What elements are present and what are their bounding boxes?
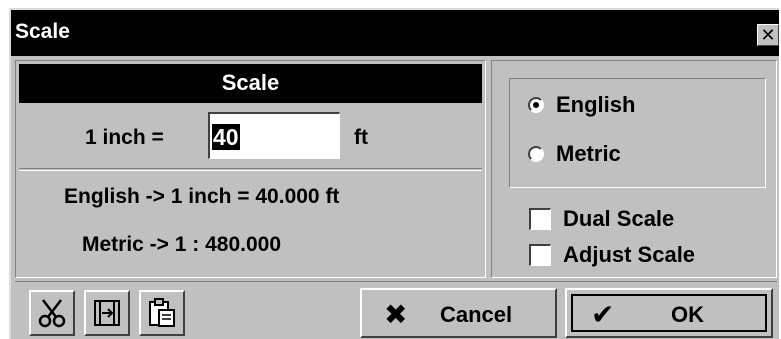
- dual-scale-option[interactable]: Dual Scale: [529, 205, 674, 233]
- adjust-scale-checkbox[interactable]: [529, 244, 551, 266]
- scale-dialog: Scale ✕ Scale 1 inch = 40 ft English -> …: [9, 8, 779, 339]
- unit-label: ft: [354, 126, 368, 149]
- options-panel: English Metric Dual Scale Adjust Scale: [491, 60, 777, 278]
- cut-button[interactable]: [29, 290, 75, 336]
- checkmark-icon: ✔: [591, 299, 615, 330]
- close-icon: ✕: [760, 25, 776, 45]
- dual-scale-label: Dual Scale: [563, 206, 675, 231]
- english-scale-info: English -> 1 inch = 40.000 ft: [64, 185, 340, 208]
- title-bar: Scale ✕: [11, 10, 779, 56]
- adjust-scale-label: Adjust Scale: [563, 242, 696, 267]
- metric-scale-info: Metric -> 1 : 480.000: [82, 233, 282, 256]
- inch-label: 1 inch =: [85, 126, 164, 149]
- scale-value-input[interactable]: 40: [208, 112, 340, 159]
- fit-button[interactable]: [84, 290, 130, 336]
- adjust-scale-option[interactable]: Adjust Scale: [529, 241, 695, 269]
- cancel-label: Cancel: [440, 302, 513, 327]
- close-button[interactable]: ✕: [757, 24, 779, 46]
- scale-panel: Scale 1 inch = 40 ft English -> 1 inch =…: [15, 60, 486, 278]
- scissors-icon: [38, 299, 66, 328]
- window-title: Scale: [15, 20, 70, 43]
- fit-width-icon: [94, 300, 120, 326]
- scale-input-row: 1 inch = 40 ft: [19, 105, 482, 169]
- paste-button[interactable]: [139, 290, 185, 336]
- scale-section-header: Scale: [19, 64, 482, 103]
- radio-metric[interactable]: Metric: [528, 140, 621, 168]
- radio-english-label: English: [556, 92, 636, 117]
- unit-radio-group: English Metric: [509, 78, 766, 188]
- radio-metric-button[interactable]: [528, 146, 544, 162]
- ok-button[interactable]: ✔ OK: [565, 288, 773, 338]
- radio-english[interactable]: English: [528, 91, 635, 119]
- radio-english-button[interactable]: [528, 97, 544, 113]
- footer-divider: [15, 281, 777, 282]
- radio-metric-label: Metric: [556, 141, 621, 166]
- dual-scale-checkbox[interactable]: [529, 208, 551, 230]
- cancel-button[interactable]: ✖ Cancel: [360, 288, 557, 338]
- cancel-x-icon: ✖: [384, 299, 408, 330]
- ok-label: OK: [671, 302, 704, 327]
- paste-icon: [149, 298, 175, 327]
- scale-value-text: 40: [212, 124, 240, 150]
- divider: [19, 170, 482, 171]
